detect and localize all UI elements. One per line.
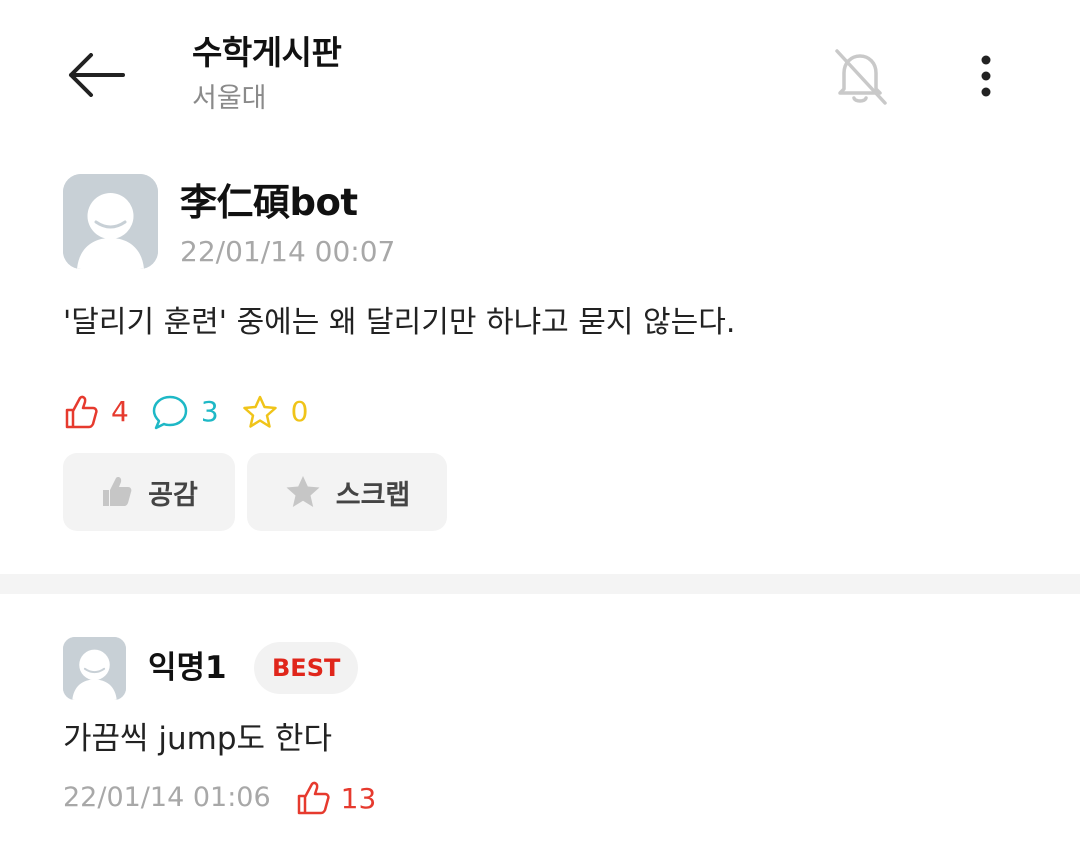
star-icon — [242, 395, 277, 428]
comment-like-count: 13 — [295, 780, 377, 816]
post-date: 22/01/14 00:07 — [180, 235, 396, 268]
thumbs-up-icon — [297, 781, 330, 815]
more-vertical-icon — [981, 55, 991, 97]
like-count-value: 4 — [111, 395, 129, 428]
speech-bubble-icon — [152, 395, 188, 430]
comment-body: 가끔씩 jump도 한다 — [63, 721, 332, 757]
like-button[interactable]: 공감 — [63, 453, 235, 531]
like-button-label: 공감 — [148, 479, 198, 511]
thumbs-up-filled-icon — [103, 477, 132, 506]
comment-author-avatar — [63, 637, 126, 700]
top-bar: 수학게시판 서울대 — [0, 0, 1080, 140]
section-divider — [0, 574, 1080, 594]
default-avatar-icon — [63, 637, 126, 700]
arrow-left-icon — [69, 53, 125, 97]
board-title: 수학게시판 — [192, 33, 342, 72]
comment-item: 익명1 BEST 가끔씩 jump도 한다 22/01/14 01:06 13 — [0, 594, 1080, 851]
best-badge: BEST — [254, 642, 359, 694]
scrap-button-label: 스크랩 — [335, 479, 411, 511]
comment-date: 22/01/14 01:06 — [63, 782, 271, 813]
article-page: 수학게시판 서울대 李仁碩bot 22/01/14 00:07 '달리기 훈련'… — [0, 0, 1080, 851]
more-options-button[interactable] — [956, 46, 1016, 106]
back-button[interactable] — [58, 42, 134, 108]
comment-count-value: 3 — [200, 395, 219, 428]
comment-like-value: 13 — [340, 781, 377, 815]
header-titles: 수학게시판 서울대 — [192, 32, 342, 118]
scrap-count: 0 — [241, 394, 309, 430]
scrap-button[interactable]: 스크랩 — [247, 453, 447, 531]
star-filled-icon — [286, 476, 320, 507]
thumbs-up-icon — [65, 395, 98, 429]
bell-off-icon — [835, 49, 887, 105]
author-avatar — [63, 174, 158, 269]
comment-author: 익명1 — [148, 650, 227, 686]
post-author: 李仁碩bot — [180, 181, 358, 224]
like-count: 4 — [63, 394, 129, 430]
post-body: '달리기 훈련' 중에는 왜 달리기만 하냐고 묻지 않는다. — [63, 305, 736, 340]
post-actions: 공감 스크랩 — [63, 453, 459, 531]
comment-meta: 22/01/14 01:06 13 — [63, 778, 376, 818]
scrap-count-value: 0 — [290, 395, 309, 428]
post-stats: 4 3 0 — [63, 392, 330, 432]
board-subtitle: 서울대 — [192, 83, 267, 114]
default-avatar-icon — [63, 174, 158, 269]
notification-toggle-button[interactable] — [820, 38, 900, 114]
comment-count: 3 — [151, 394, 219, 430]
